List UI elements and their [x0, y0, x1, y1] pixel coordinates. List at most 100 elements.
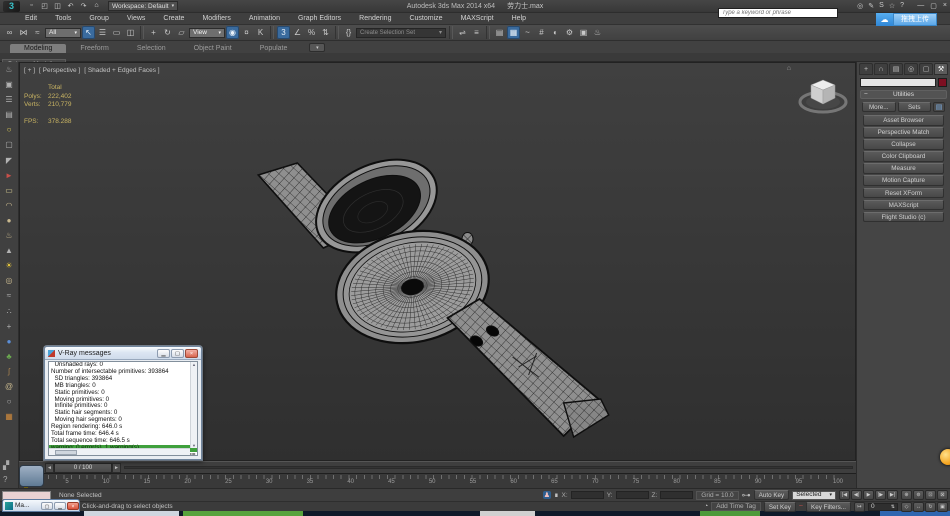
select-and-rotate-icon[interactable]: ↻: [161, 26, 174, 39]
geosphere-icon[interactable]: ●: [3, 336, 16, 348]
select-object-icon[interactable]: ↖: [82, 26, 95, 39]
teapot-icon[interactable]: ♨: [3, 230, 16, 242]
current-frame-field[interactable]: 0 ⇅: [868, 503, 898, 511]
taskbar-app[interactable]: [700, 511, 760, 516]
zoom-icon[interactable]: ⊕: [901, 490, 912, 500]
max-logo-icon[interactable]: 3: [3, 1, 20, 12]
listener-icon[interactable]: ☰: [3, 94, 16, 106]
particles-icon[interactable]: ∴: [3, 306, 16, 318]
zoom-extents-icon[interactable]: ⊡: [925, 490, 936, 500]
rendered-frame-window-icon[interactable]: ▣: [577, 26, 590, 39]
orbit-icon[interactable]: ↻: [925, 502, 936, 512]
viewcube-home-icon[interactable]: ⌂: [787, 65, 791, 72]
use-pivot-point-icon[interactable]: ◉: [226, 26, 239, 39]
next-frame-arrow[interactable]: ►: [112, 463, 121, 473]
modify-tab[interactable]: ∩: [874, 63, 888, 75]
selection-filter-dropdown[interactable]: All ▾: [45, 28, 81, 38]
named-selection-sets-dropdown[interactable]: Create Selection Set ▾: [356, 28, 446, 38]
utility-button[interactable]: Asset Browser: [863, 115, 944, 126]
menu-item[interactable]: Modifiers: [193, 15, 239, 22]
zoom-all-icon[interactable]: ⊚: [913, 490, 924, 500]
help-circle-icon[interactable]: ?: [3, 475, 7, 484]
rendered-frame-icon[interactable]: ▣: [3, 79, 16, 91]
plane-icon[interactable]: ▭: [3, 185, 16, 197]
go-to-end-button[interactable]: ▶|: [887, 490, 898, 500]
utility-button[interactable]: Measure: [863, 163, 944, 174]
selection-set-dropdown[interactable]: Selected ▾: [792, 491, 836, 500]
utility-button[interactable]: Reset XForm: [863, 188, 944, 199]
sphere-icon[interactable]: ●: [3, 215, 16, 227]
ribbon-toggle-icon[interactable]: ▦: [507, 26, 520, 39]
minimize-button[interactable]: —: [917, 2, 924, 10]
utility-button[interactable]: Collapse: [863, 139, 944, 150]
viewcube[interactable]: [797, 71, 849, 121]
taskbar-app[interactable]: [480, 511, 535, 516]
mini-curve-editor-button[interactable]: [19, 465, 44, 487]
new-scene-icon[interactable]: ▫: [26, 2, 37, 10]
menu-item[interactable]: Rendering: [350, 15, 400, 22]
utilities-config-icon[interactable]: ▤: [933, 102, 945, 112]
track-bar[interactable]: 5101520253035404550556065707580859095100: [19, 473, 856, 488]
hierarchy-tab[interactable]: ▤: [889, 63, 903, 75]
separator[interactable]: [140, 26, 144, 39]
time-slider-handle[interactable]: 0 / 100: [54, 463, 112, 473]
keyboard-override-icon[interactable]: K: [254, 26, 267, 39]
maximize-viewport-icon[interactable]: ▣: [937, 502, 948, 512]
isolate-selection-icon[interactable]: ♟: [543, 491, 551, 499]
pan-icon[interactable]: ↔: [913, 502, 924, 512]
render-production-icon[interactable]: ♨: [591, 26, 604, 39]
x-coordinate-field[interactable]: [571, 491, 604, 499]
menu-item[interactable]: Views: [118, 15, 155, 22]
z-coordinate-field[interactable]: [660, 491, 693, 499]
ribbon-tab[interactable]: Selection: [123, 44, 180, 53]
horizontal-scrollbar[interactable]: [49, 448, 190, 455]
y-coordinate-field[interactable]: [616, 491, 649, 499]
bind-to-space-warp-icon[interactable]: ≈: [31, 26, 44, 39]
viewport-general-menu[interactable]: [ + ]: [24, 67, 35, 74]
selection-lock-icon[interactable]: ∎: [554, 491, 558, 499]
go-to-start-button[interactable]: |◀: [839, 490, 850, 500]
utility-button[interactable]: Color Clipboard: [863, 151, 944, 162]
communication-center-icon[interactable]: S: [879, 2, 884, 10]
ribbon-tab[interactable]: Object Paint: [180, 44, 246, 53]
spreadsheet-icon[interactable]: ▤: [3, 109, 16, 121]
set-key-button[interactable]: Set Key: [764, 502, 796, 512]
favorites-icon[interactable]: ☆: [889, 2, 895, 10]
separator[interactable]: [335, 26, 339, 39]
light-icon[interactable]: ○: [3, 124, 16, 136]
key-mode-toggle-icon[interactable]: ↦: [854, 502, 865, 512]
undo-icon[interactable]: ↶: [65, 2, 76, 10]
time-slider-track[interactable]: [124, 466, 853, 469]
dome-icon[interactable]: ◠: [3, 200, 16, 212]
select-and-scale-icon[interactable]: ▱: [175, 26, 188, 39]
edit-named-selection-sets-icon[interactable]: {}: [342, 26, 355, 39]
unlink-selection-icon[interactable]: ⋈: [17, 26, 30, 39]
select-and-link-icon[interactable]: ∞: [3, 26, 16, 39]
close-icon[interactable]: ×: [185, 349, 198, 358]
vray-message-list[interactable]: Unshaded rays: 0Number of intersectable …: [48, 361, 198, 456]
material-editor-icon[interactable]: ◐: [549, 26, 562, 39]
select-and-manipulate-icon[interactable]: ¤: [240, 26, 253, 39]
create-tab[interactable]: +: [859, 63, 873, 75]
minimized-window[interactable]: Ma... ▢ ▁ ×: [2, 499, 80, 512]
search-icon[interactable]: ◎: [857, 2, 863, 10]
ribbon-minimize-icon[interactable]: ▾: [309, 43, 325, 52]
separator[interactable]: [486, 26, 490, 39]
controller-icon[interactable]: +: [3, 321, 16, 333]
utility-button[interactable]: MAXScript: [863, 200, 944, 211]
minimize-icon[interactable]: ▁: [157, 349, 170, 358]
cone-icon[interactable]: ▲: [3, 245, 16, 257]
hair-icon[interactable]: ʃ: [3, 366, 16, 378]
help-icon[interactable]: ?: [900, 2, 904, 10]
ribbon-tab[interactable]: Freeform: [66, 44, 122, 53]
screen-edge-widget[interactable]: [940, 449, 950, 465]
layer-explorer-icon[interactable]: ▤: [493, 26, 506, 39]
window-crossing-icon[interactable]: ◫: [124, 26, 137, 39]
add-time-tag[interactable]: Add Time Tag: [711, 502, 761, 511]
render-setup-icon[interactable]: ⚙: [563, 26, 576, 39]
netdisk-upload-button[interactable]: ☁ 拖拽上传: [876, 13, 937, 26]
mirror-icon[interactable]: ⇌: [456, 26, 469, 39]
viewport-shading-menu[interactable]: [ Shaded + Edged Faces ]: [84, 67, 159, 74]
menu-item[interactable]: Animation: [240, 15, 289, 22]
pattern-box-icon[interactable]: ▦: [3, 411, 16, 423]
